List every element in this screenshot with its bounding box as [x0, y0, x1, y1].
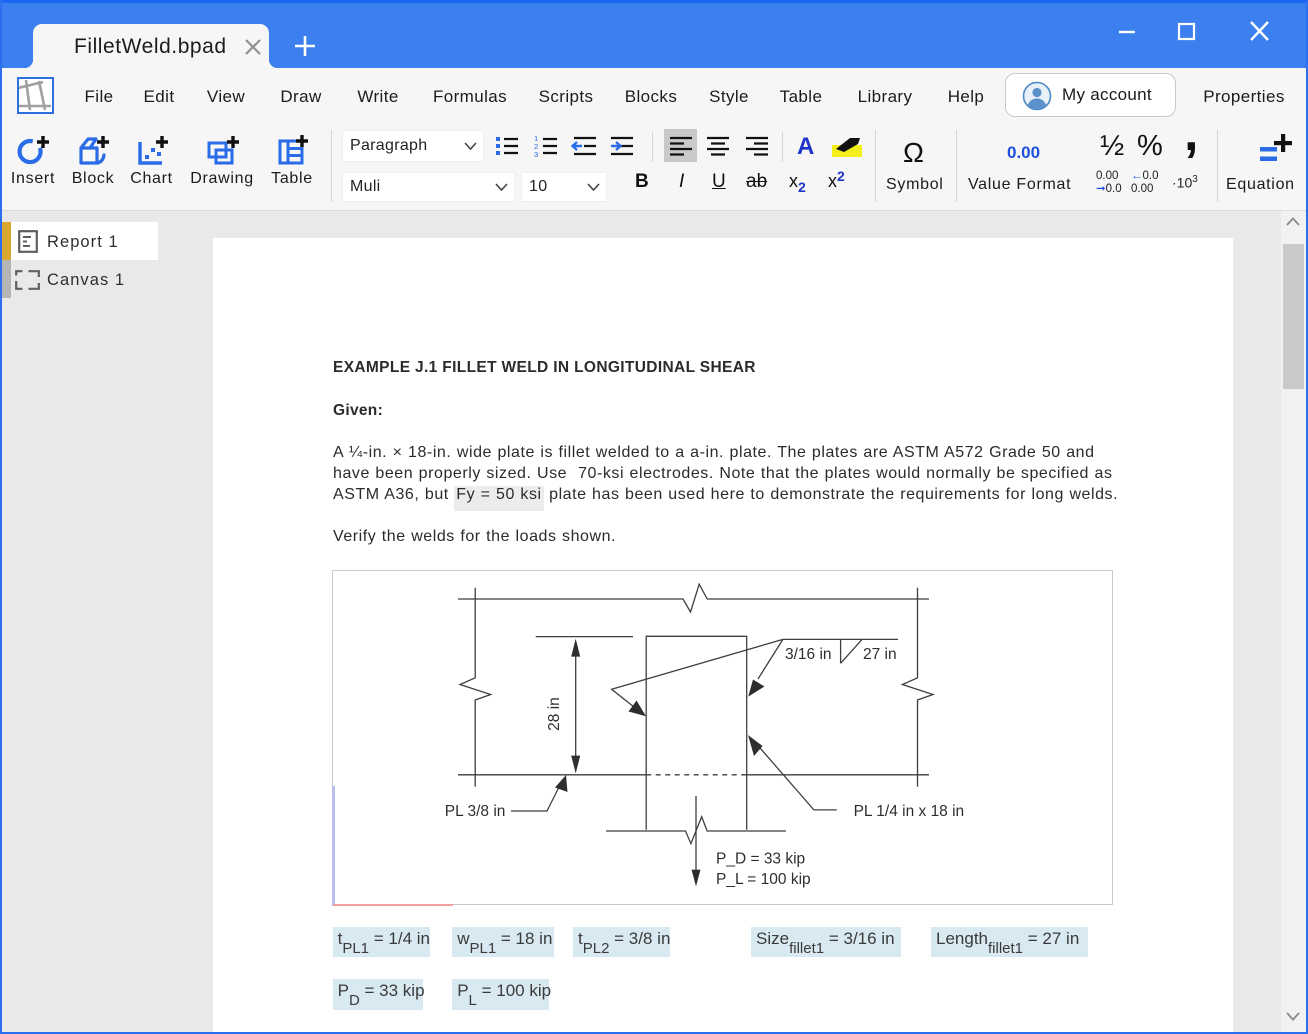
svg-text:28 in: 28 in: [546, 697, 563, 731]
svg-text:P_D = 33 kip: P_D = 33 kip: [716, 851, 805, 868]
svg-text:PL 3/8 in: PL 3/8 in: [445, 803, 506, 820]
svg-text:3: 3: [534, 150, 538, 158]
svg-text:P_L = 100 kip: P_L = 100 kip: [716, 871, 811, 888]
svg-text:3/16 in: 3/16 in: [785, 646, 832, 663]
svg-text:PL 1/4 in x 18 in: PL 1/4 in x 18 in: [854, 803, 965, 820]
svg-text:27 in: 27 in: [863, 646, 897, 663]
